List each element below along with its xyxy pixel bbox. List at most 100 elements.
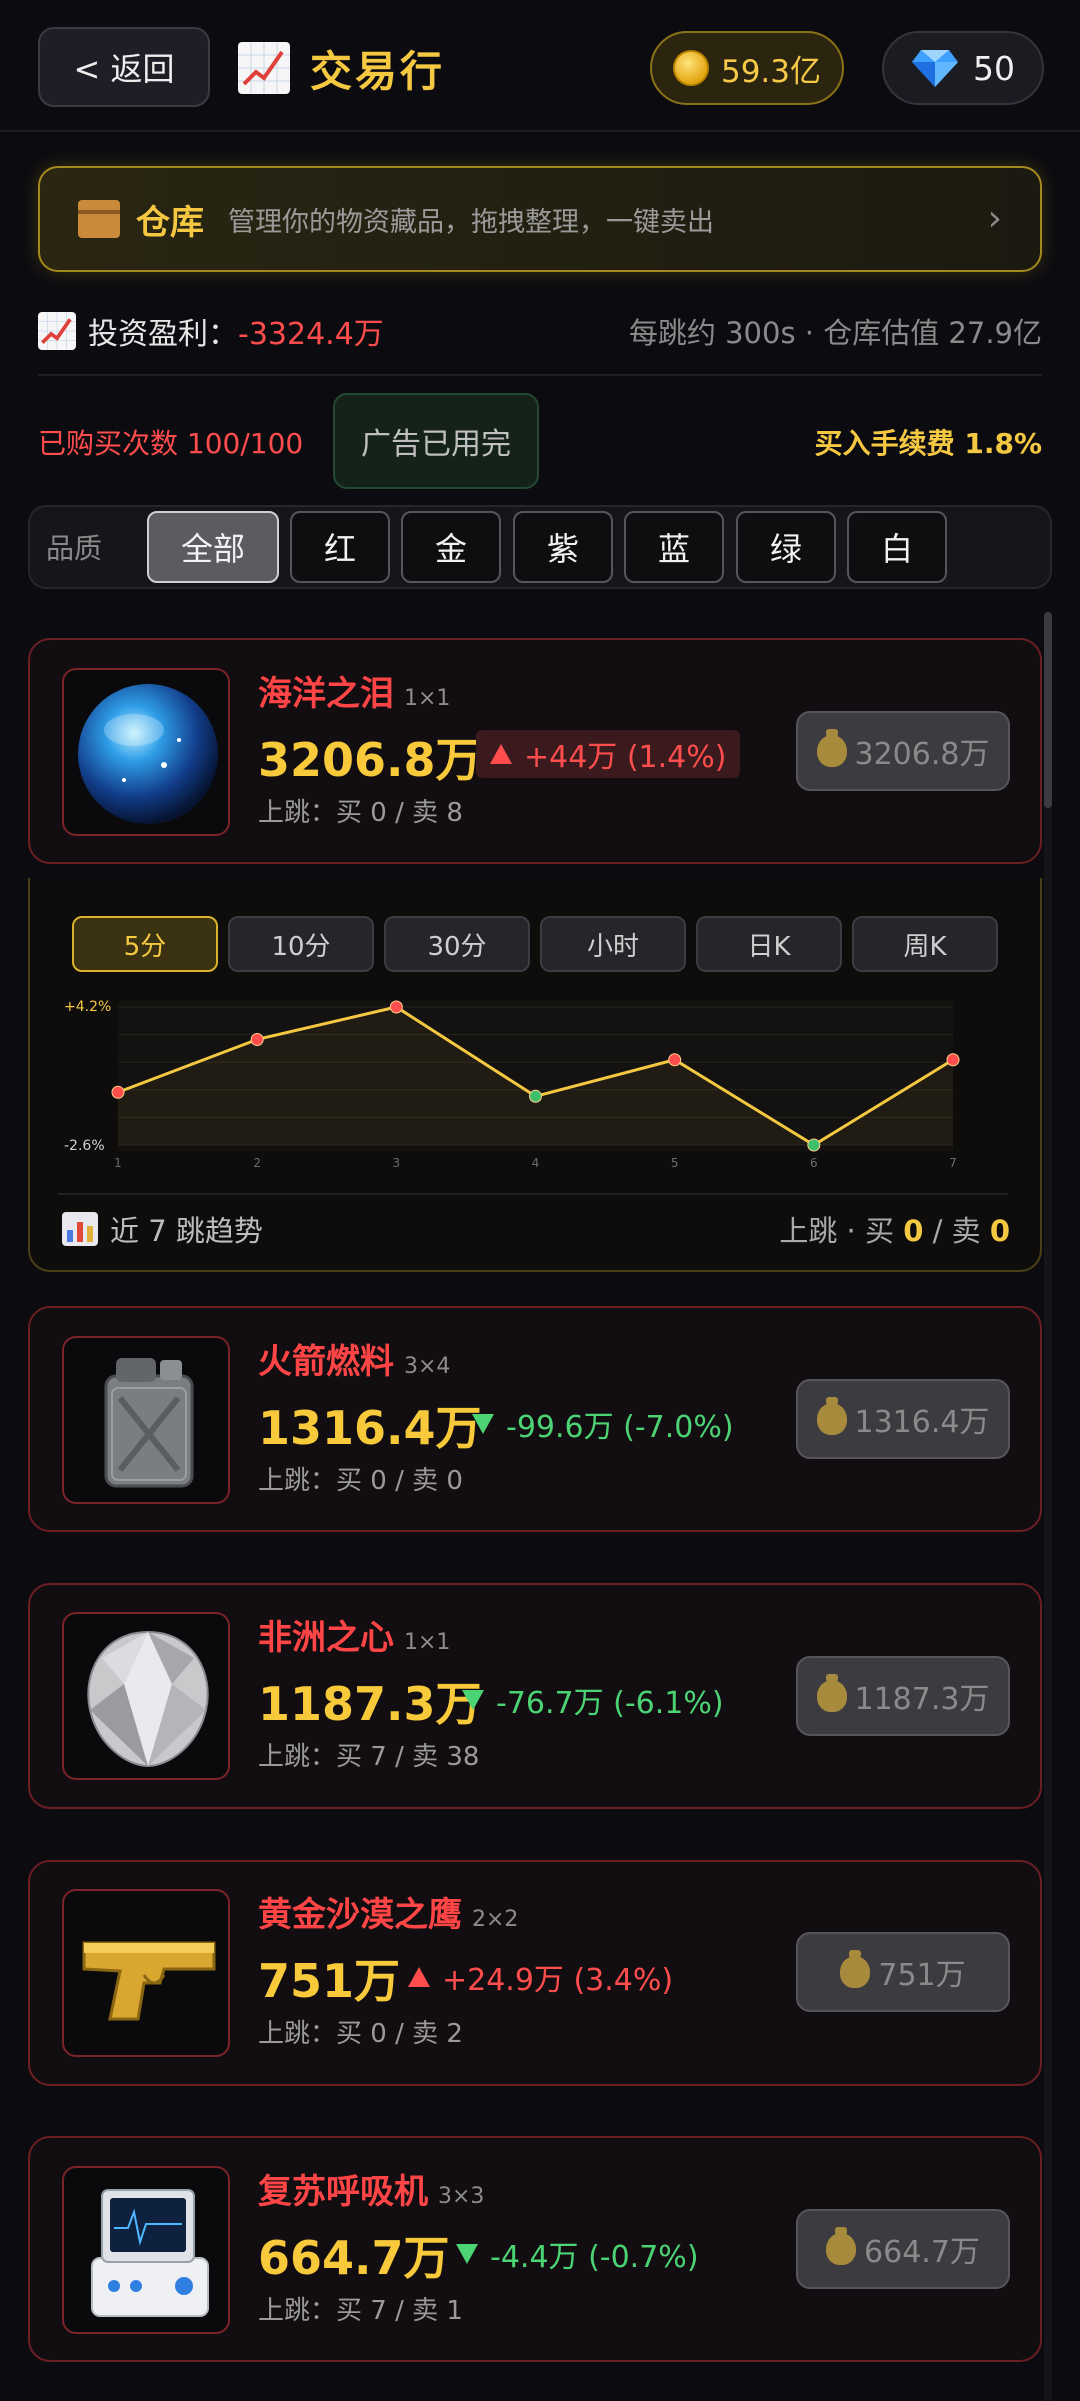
timeframe-hour[interactable]: 小时	[540, 916, 686, 972]
price-change-value: -76.7万 (-6.1%)	[496, 1686, 724, 1721]
coin-balance[interactable]: 59.3亿	[650, 31, 844, 105]
item-price: 1316.4万	[258, 1401, 482, 1455]
chart-up-icon	[238, 42, 290, 94]
price-change-value: -99.6万 (-7.0%)	[506, 1410, 734, 1445]
money-bag-icon	[816, 1674, 847, 1712]
item-jump-stats: 上跳：买 7 / 卖 38	[258, 1742, 480, 1772]
item-size: 2×2	[472, 1907, 519, 1932]
gem-amount: 50	[973, 48, 1015, 88]
item-jump-stats: 上跳：买 0 / 卖 8	[258, 798, 463, 828]
money-bag-icon	[816, 729, 847, 767]
timeframe-30min[interactable]: 30分	[384, 916, 530, 972]
trend-sell-label: / 卖	[932, 1214, 981, 1248]
x-tick-label: 1	[114, 1156, 122, 1170]
price-change-value: +24.9万 (3.4%)	[442, 1963, 674, 1998]
sell-button[interactable]: 751万	[796, 1932, 1010, 2012]
arrow-up-icon	[490, 744, 512, 764]
sell-button[interactable]: 1187.3万	[796, 1656, 1010, 1736]
money-bag-icon	[816, 1397, 847, 1435]
scrollbar-thumb[interactable]	[1044, 612, 1052, 808]
chart-up-icon	[38, 312, 76, 350]
diamond-icon	[87, 1630, 209, 1768]
timeframe-5min[interactable]: 5分	[72, 916, 218, 972]
sell-price: 664.7万	[864, 2235, 980, 2270]
item-name-row: 非洲之心 1×1	[258, 1610, 450, 1659]
data-point	[250, 1032, 264, 1046]
jerrycan-icon	[104, 1358, 194, 1488]
golden-pistol-icon	[82, 1941, 216, 2021]
package-icon	[78, 200, 120, 238]
trend-buy-label: 上跳 · 买	[779, 1214, 894, 1248]
item-price: 751万	[258, 1954, 401, 2008]
item-thumbnail	[62, 1889, 230, 2057]
header-divider	[0, 130, 1080, 132]
item-name: 非洲之心	[258, 1618, 394, 1658]
x-tick-label: 5	[671, 1156, 679, 1170]
price-line-chart: +4.2% -2.6% 1 2 3 4 5 6 7	[64, 999, 960, 1170]
ad-button[interactable]: 广告已用完	[333, 393, 539, 489]
timeframe-10min[interactable]: 10分	[228, 916, 374, 972]
profit-row: 投资盈利： -3324.4万	[38, 306, 384, 356]
warehouse-title: 仓库	[136, 202, 204, 243]
arrow-down-icon	[456, 2244, 478, 2264]
coin-icon	[672, 50, 709, 86]
data-point	[807, 1138, 821, 1152]
section-divider	[38, 374, 1042, 376]
item-size: 1×1	[404, 1630, 451, 1655]
y-tick-label: +4.2%	[64, 999, 111, 1015]
purchase-count: 已购买次数 100/100	[38, 427, 304, 460]
x-tick-label: 2	[253, 1156, 261, 1170]
sell-button[interactable]: 1316.4万	[796, 1379, 1010, 1459]
x-tick-label: 3	[393, 1156, 401, 1170]
item-name-row: 火箭燃料 3×4	[258, 1334, 450, 1383]
item-thumbnail	[62, 1612, 230, 1780]
filter-chip-purple[interactable]: 紫	[513, 511, 613, 583]
timeframe-day[interactable]: 日K	[696, 916, 842, 972]
filter-chip-red[interactable]: 红	[290, 511, 390, 583]
item-name-row: 黄金沙漠之鹰 2×2	[258, 1887, 518, 1936]
item-name: 火箭燃料	[258, 1342, 394, 1382]
ventilator-icon	[91, 2189, 209, 2317]
arrow-down-icon	[472, 1414, 494, 1434]
profit-label: 投资盈利：	[88, 317, 238, 352]
trend-jump-stats: 上跳 · 买 0 / 卖 0	[779, 1208, 1010, 1250]
x-tick-label: 7	[949, 1156, 957, 1170]
item-size: 1×1	[404, 686, 451, 711]
price-change: +24.9万 (3.4%)	[408, 1955, 673, 1999]
price-change: -76.7万 (-6.1%)	[462, 1678, 724, 1722]
filter-chip-gold[interactable]: 金	[401, 511, 501, 583]
arrow-up-icon	[408, 1967, 430, 1987]
chart-divider	[58, 1193, 1008, 1195]
x-tick-label: 4	[532, 1156, 540, 1170]
item-price: 1187.3万	[258, 1677, 482, 1731]
warehouse-banner[interactable]: 仓库 管理你的物资藏品，拖拽整理，一键卖出 ›	[38, 166, 1042, 272]
tick-and-valuation: 每跳约 300s · 仓库估值 27.9亿	[628, 316, 1042, 350]
item-name: 复苏呼吸机	[258, 2172, 428, 2212]
price-change: -99.6万 (-7.0%)	[472, 1402, 734, 1446]
trend-buy-count: 0	[903, 1214, 924, 1248]
filter-chip-green[interactable]: 绿	[736, 511, 836, 583]
x-tick-label: 6	[810, 1156, 818, 1170]
item-thumbnail	[62, 2166, 230, 2334]
warehouse-description: 管理你的物资藏品，拖拽整理，一键卖出	[228, 206, 714, 238]
filter-chip-all[interactable]: 全部	[147, 511, 279, 583]
item-jump-stats: 上跳：买 7 / 卖 1	[258, 2296, 463, 2326]
ocean-orb-icon	[78, 684, 218, 824]
filter-chip-blue[interactable]: 蓝	[624, 511, 724, 583]
sell-button[interactable]: 3206.8万	[796, 711, 1010, 791]
title-group: 交易行	[238, 38, 445, 98]
trend-sell-count: 0	[989, 1214, 1010, 1248]
filter-chip-white[interactable]: 白	[847, 511, 947, 583]
item-thumbnail	[62, 668, 230, 836]
arrow-down-icon	[462, 1690, 484, 1710]
sell-button[interactable]: 664.7万	[796, 2209, 1010, 2289]
item-price: 3206.8万	[258, 733, 482, 787]
sell-price: 3206.8万	[854, 737, 990, 772]
price-change-value: -4.4万 (-0.7%)	[490, 2240, 699, 2275]
gem-balance[interactable]: 50	[882, 31, 1044, 105]
coin-amount: 59.3亿	[720, 53, 822, 90]
chevron-right-icon: ›	[987, 198, 1002, 239]
timeframe-week[interactable]: 周K	[852, 916, 998, 972]
data-point	[111, 1085, 125, 1099]
back-button[interactable]: < 返回	[38, 27, 210, 107]
